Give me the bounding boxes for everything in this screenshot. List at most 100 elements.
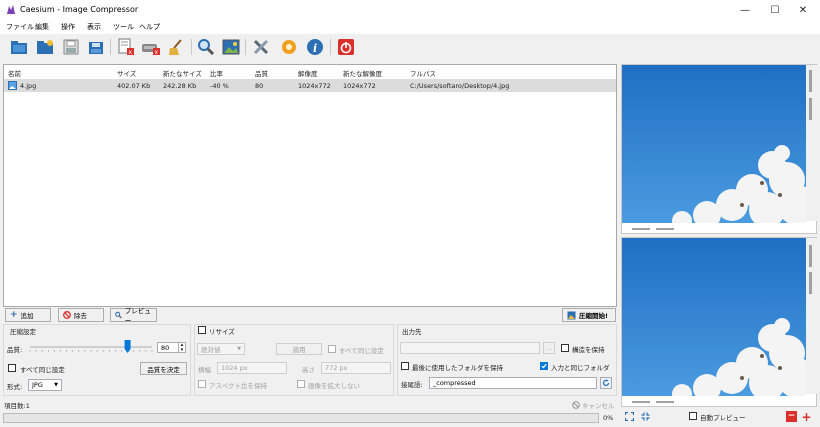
column-header-quality[interactable]: 品質: [255, 68, 268, 78]
chevron-down-icon: ▼: [54, 382, 58, 388]
preview-image-icon[interactable]: [221, 37, 241, 57]
resize-title: リサイズ: [209, 328, 235, 336]
keep-last-folder-label: 最後に使用したフォルダを保持: [412, 364, 503, 372]
zoom-out-button[interactable]: −: [786, 411, 797, 422]
h-scrollbar-thumb[interactable]: [656, 401, 674, 403]
cell-new-size: 242.28 Kb: [163, 82, 197, 90]
no-enlarge-checkbox[interactable]: [297, 380, 305, 388]
menu-view[interactable]: 表示: [87, 22, 101, 32]
open-folder-icon[interactable]: [35, 37, 55, 57]
width-label: 横幅: [198, 366, 211, 374]
maximize-button[interactable]: ☐: [762, 2, 788, 18]
compressed-preview-image: [622, 238, 806, 396]
close-button[interactable]: ✕: [790, 2, 816, 18]
column-header-ratio[interactable]: 比率: [210, 68, 223, 78]
auto-preview-checkbox[interactable]: [689, 412, 697, 420]
cell-ratio: -40 %: [210, 82, 229, 90]
resize-checkbox[interactable]: [198, 326, 206, 334]
output-title: 出力先: [402, 328, 422, 336]
quit-icon[interactable]: [336, 37, 356, 57]
browse-button[interactable]: ...: [543, 342, 555, 354]
fit-to-window-button[interactable]: [624, 411, 635, 422]
preview-label: プレビュー: [124, 307, 151, 325]
minimize-button[interactable]: —: [732, 2, 758, 18]
open-file-icon[interactable]: [9, 37, 29, 57]
suffix-label: 接尾語:: [401, 381, 423, 389]
menu-file[interactable]: ファイル: [6, 22, 34, 32]
scrollbar-thumb[interactable]: [809, 245, 812, 267]
remove-item-icon[interactable]: x: [116, 37, 136, 57]
apply-button[interactable]: 適用: [276, 343, 322, 355]
compress-button[interactable]: 圧縮開始!: [562, 308, 616, 322]
scrollbar-thumb[interactable]: [809, 70, 812, 92]
original-preview-pane[interactable]: [621, 64, 817, 234]
width-input[interactable]: 1024 px: [217, 362, 287, 374]
remove-button[interactable]: 除去: [58, 308, 104, 322]
save-icon[interactable]: [61, 37, 81, 57]
same-settings-checkbox[interactable]: [8, 364, 16, 372]
output-folder-input[interactable]: [400, 342, 540, 354]
height-input[interactable]: 772 px: [321, 362, 391, 374]
h-scrollbar-thumb[interactable]: [632, 401, 650, 403]
set-quality-button[interactable]: 品質を決定: [140, 362, 187, 375]
quality-slider[interactable]: [28, 338, 156, 354]
tools-icon[interactable]: [251, 37, 271, 57]
cell-new-resolution: 1024x772: [343, 82, 376, 90]
keep-aspect-label: アスペクト比を保持: [209, 382, 268, 390]
suffix-input[interactable]: _compressed: [429, 377, 597, 389]
cancel-button[interactable]: キャンセル: [582, 400, 615, 410]
quality-value-input[interactable]: 80: [157, 342, 179, 353]
toolbar-separator: [245, 39, 246, 55]
zoom-in-button[interactable]: +: [801, 411, 812, 423]
save-all-icon[interactable]: [86, 37, 106, 57]
progress-text: 0%: [603, 414, 614, 422]
refresh-suffix-button[interactable]: [600, 377, 612, 389]
chevron-down-icon: ▼: [237, 346, 241, 352]
quality-spinner[interactable]: ▴ ▾: [178, 342, 186, 353]
scrollbar-thumb[interactable]: [809, 98, 812, 120]
original-size-button[interactable]: [640, 411, 651, 422]
keep-structure-checkbox[interactable]: [561, 344, 569, 352]
add-button[interactable]: + 追加: [5, 308, 51, 322]
settings-icon[interactable]: [279, 37, 299, 57]
quality-label: 品質:: [7, 346, 23, 354]
about-icon[interactable]: i: [305, 37, 325, 57]
menu-action[interactable]: 操作: [61, 22, 75, 32]
column-header-full-path[interactable]: フルパス: [410, 68, 436, 78]
column-header-size[interactable]: サイズ: [117, 68, 136, 78]
refresh-icon: [602, 379, 610, 386]
toolbar-separator: [191, 39, 192, 55]
keep-aspect-checkbox[interactable]: [198, 380, 206, 388]
menu-tools[interactable]: ツール: [113, 22, 134, 32]
resize-same-label: すべて同じ設定: [339, 347, 384, 355]
scrollbar-thumb[interactable]: [809, 272, 812, 294]
clear-list-icon[interactable]: [166, 37, 186, 57]
search-icon[interactable]: [196, 37, 216, 57]
fit-window-icon: [625, 412, 634, 421]
h-scrollbar-thumb[interactable]: [632, 228, 650, 230]
svg-text:x: x: [155, 49, 159, 56]
column-header-name[interactable]: 名前: [8, 68, 21, 78]
h-scrollbar-thumb[interactable]: [656, 228, 674, 230]
column-header-new-resolution[interactable]: 新たな解像度: [343, 68, 382, 78]
column-header-resolution[interactable]: 解像度: [298, 68, 318, 78]
keep-last-folder-checkbox[interactable]: [401, 362, 409, 370]
minus-icon: −: [787, 411, 796, 421]
preview-button[interactable]: プレビュー: [110, 307, 157, 325]
file-list[interactable]: [3, 64, 617, 307]
resize-same-checkbox[interactable]: [328, 345, 336, 353]
menu-edit[interactable]: 編集: [35, 22, 49, 32]
toolbar-separator: [330, 39, 331, 55]
remove-all-icon[interactable]: x: [141, 37, 161, 57]
remove-label: 除去: [74, 312, 87, 320]
cell-quality: 80: [255, 82, 264, 90]
resize-mode-select[interactable]: 絶対値 ▼: [197, 343, 245, 355]
window-title: Caesium - Image Compressor: [20, 5, 139, 14]
cancel-icon: [572, 401, 580, 409]
format-select[interactable]: JPG ▼: [28, 379, 62, 391]
compressed-preview-pane[interactable]: [621, 237, 817, 407]
column-header-new-size[interactable]: 新たなサイズ: [163, 68, 202, 78]
menu-help[interactable]: ヘルプ: [139, 22, 160, 32]
same-as-input-checkbox[interactable]: [540, 362, 548, 370]
keep-structure-label: 構造を保持: [572, 346, 605, 354]
